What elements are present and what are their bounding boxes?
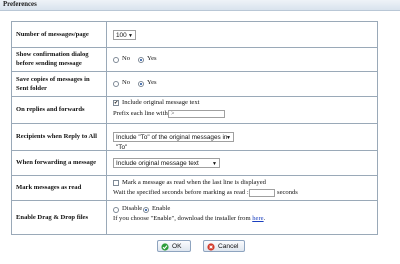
row-drag-drop: Enable Drag & Drop files Disable Enable … — [12, 200, 377, 234]
window-title: Preferences — [3, 1, 37, 8]
confirm-send-yes-radio[interactable] — [138, 57, 144, 63]
prefix-label: Prefix each line with : — [113, 110, 172, 117]
ok-button[interactable]: OK — [157, 240, 191, 252]
preferences-panel: Number of messages/page 100 ▼ Show confir… — [11, 21, 378, 235]
replies-forwards-label: On replies and forwards — [16, 106, 85, 113]
include-original-checkbox[interactable]: ✔ — [113, 100, 119, 106]
save-sent-no-radio[interactable] — [113, 81, 119, 87]
ok-button-label: OK — [172, 243, 182, 250]
drag-drop-disable-radio[interactable] — [113, 207, 119, 213]
forwarding-select[interactable]: Include original message text ▼ — [113, 158, 220, 168]
installer-link[interactable]: here — [252, 215, 263, 222]
seconds-unit-label: seconds — [277, 189, 298, 196]
confirm-send-no-label: No — [122, 55, 131, 62]
confirm-send-label: Show confirmation dialog before sending … — [16, 51, 89, 67]
cancel-button[interactable]: Cancel — [203, 240, 245, 252]
save-sent-label: Save copies of messages in Sent folder — [16, 75, 90, 92]
messages-per-page-label: Number of messages/page — [16, 31, 89, 38]
checkmark-icon: ✔ — [114, 101, 119, 106]
drag-drop-disable-label: Disable — [122, 205, 143, 212]
seconds-input[interactable] — [249, 189, 275, 197]
row-messages-per-page: Number of messages/page 100 ▼ — [12, 22, 377, 48]
row-reply-all: Recipients when Reply to All Include "To… — [12, 123, 377, 151]
confirm-send-no-radio[interactable] — [113, 57, 119, 63]
cancel-button-label: Cancel — [218, 243, 239, 250]
mark-read-checkbox[interactable] — [113, 180, 119, 186]
save-sent-yes-radio[interactable] — [138, 81, 144, 87]
reply-all-value: Include "To" of the original messages in… — [116, 134, 228, 151]
reply-all-select[interactable]: Include "To" of the original messages in… — [113, 132, 234, 151]
messages-per-page-select[interactable]: 100 ▼ — [113, 30, 136, 40]
installer-note: If you choose "Enable", download the ins… — [113, 215, 265, 222]
include-original-label: Include original message text — [122, 99, 200, 106]
save-sent-no-label: No — [122, 79, 131, 86]
mark-read-label: Mark messages as read — [16, 184, 82, 191]
checkmark-circle-icon — [161, 243, 169, 251]
row-forwarding: When forwarding a message Include origin… — [12, 150, 377, 176]
chevron-down-icon: ▼ — [212, 161, 217, 167]
reply-all-label: Recipients when Reply to All — [16, 133, 97, 140]
drag-drop-enable-radio[interactable] — [143, 207, 149, 213]
chevron-down-icon: ▼ — [226, 135, 231, 141]
prefix-input[interactable]: > — [168, 110, 225, 118]
confirm-send-yes-label: Yes — [147, 55, 157, 62]
installer-note-text: If you choose "Enable", download the ins… — [113, 215, 251, 222]
mark-read-option-label: Mark a message as read when the last lin… — [122, 179, 266, 186]
forwarding-value: Include original message text — [116, 160, 199, 167]
drag-drop-label: Enable Drag & Drop files — [16, 213, 89, 221]
chevron-down-icon: ▼ — [128, 33, 133, 39]
drag-drop-enable-label: Enable — [152, 205, 171, 212]
row-replies-forwards: On replies and forwards ✔ Include origin… — [12, 96, 377, 124]
row-save-sent: Save copies of messages in Sent folder N… — [12, 71, 377, 97]
title-bar: Preferences — [0, 0, 400, 11]
forwarding-label: When forwarding a message — [16, 159, 97, 166]
save-sent-yes-label: Yes — [147, 79, 157, 86]
row-mark-read: Mark messages as read Mark a message as … — [12, 175, 377, 201]
installer-note-suffix: . — [263, 215, 266, 222]
messages-per-page-value: 100 — [116, 32, 127, 39]
wait-seconds-label: Wait the specified seconds before markin… — [113, 189, 249, 196]
cancel-circle-icon — [207, 243, 215, 251]
row-confirm-send: Show confirmation dialog before sending … — [12, 47, 377, 72]
